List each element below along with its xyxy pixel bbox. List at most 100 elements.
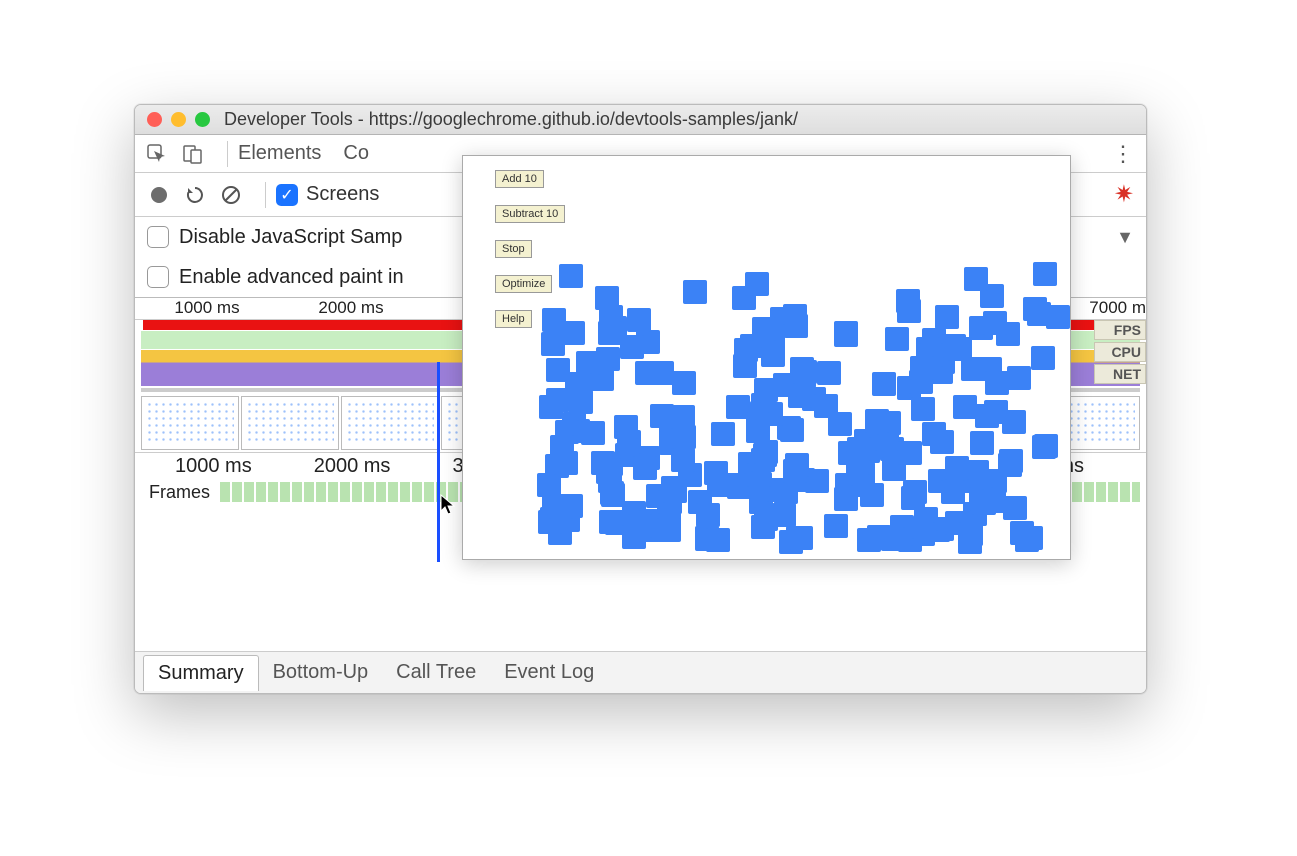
preview-sprite bbox=[598, 321, 622, 345]
tab-summary[interactable]: Summary bbox=[143, 655, 259, 691]
timeline-playhead[interactable] bbox=[437, 362, 440, 562]
preview-sprite bbox=[595, 286, 619, 310]
preview-sprite bbox=[789, 526, 813, 550]
preview-sprite bbox=[881, 527, 905, 551]
preview-sprite bbox=[783, 459, 807, 483]
window-controls bbox=[147, 112, 210, 127]
preview-button: Optimize bbox=[495, 275, 552, 293]
preview-sprite bbox=[746, 412, 770, 436]
window-title: Developer Tools - https://googlechrome.g… bbox=[224, 109, 798, 130]
tab-bottom-up[interactable]: Bottom-Up bbox=[259, 655, 383, 690]
screenshots-checkbox[interactable]: ✓ bbox=[276, 184, 298, 206]
screenshot-thumb[interactable] bbox=[141, 396, 239, 450]
inspect-icon[interactable] bbox=[145, 142, 169, 166]
track-labels: FPS CPU NET bbox=[1094, 320, 1146, 386]
details-tabs: Summary Bottom-Up Call Tree Event Log bbox=[135, 651, 1146, 693]
collapse-icon[interactable]: ▼ bbox=[1116, 227, 1134, 248]
preview-content: Add 10 Subtract 10 Stop Optimize Help bbox=[477, 170, 1056, 545]
tab-console[interactable]: Co bbox=[343, 142, 369, 165]
tab-event-log[interactable]: Event Log bbox=[490, 655, 608, 690]
preview-sprite bbox=[945, 456, 969, 480]
preview-sprite bbox=[546, 388, 570, 412]
minimize-icon[interactable] bbox=[171, 112, 186, 127]
fps-label: FPS bbox=[1094, 320, 1146, 340]
preview-sprite bbox=[671, 448, 695, 472]
preview-sprite bbox=[897, 299, 921, 323]
preview-sprite bbox=[898, 441, 922, 465]
preview-sprite bbox=[1003, 496, 1027, 520]
preview-sprite bbox=[627, 308, 651, 332]
preview-sprite bbox=[941, 480, 965, 504]
net-label: NET bbox=[1094, 364, 1146, 384]
preview-sprite bbox=[910, 356, 934, 380]
preview-sprite bbox=[958, 530, 982, 554]
preview-sprite bbox=[774, 480, 798, 504]
preview-sprite bbox=[598, 469, 622, 493]
screenshot-thumb[interactable] bbox=[341, 396, 439, 450]
close-icon[interactable] bbox=[147, 112, 162, 127]
more-icon[interactable]: ⋮ bbox=[1112, 141, 1136, 167]
ruler-tick: 2000 ms bbox=[314, 455, 453, 478]
preview-sprite bbox=[537, 473, 561, 497]
preview-sprite bbox=[614, 415, 638, 439]
disable-js-samples-label: Disable JavaScript Samp bbox=[179, 226, 402, 249]
preview-sprite bbox=[817, 361, 841, 385]
preview-sprite bbox=[953, 395, 977, 419]
preview-sprite bbox=[546, 358, 570, 382]
preview-button: Subtract 10 bbox=[495, 205, 565, 223]
preview-sprite bbox=[948, 337, 972, 361]
preview-sprite bbox=[872, 372, 896, 396]
tab-call-tree[interactable]: Call Tree bbox=[382, 655, 490, 690]
titlebar: Developer Tools - https://googlechrome.g… bbox=[135, 105, 1146, 135]
screenshot-preview-popup: Add 10 Subtract 10 Stop Optimize Help bbox=[462, 155, 1071, 560]
disable-js-samples-checkbox[interactable] bbox=[147, 226, 169, 248]
tab-elements[interactable]: Elements bbox=[238, 142, 321, 165]
settings-icon[interactable]: ✷ bbox=[1114, 180, 1134, 209]
preview-sprite bbox=[982, 489, 1006, 513]
separator bbox=[265, 182, 266, 208]
preview-sprite bbox=[628, 514, 652, 538]
frames-label: Frames bbox=[149, 482, 210, 503]
preview-sprite bbox=[847, 437, 871, 461]
preview-sprite bbox=[1031, 346, 1055, 370]
paint-instr-label: Enable advanced paint in bbox=[179, 266, 404, 289]
separator bbox=[227, 141, 228, 167]
preview-sprite bbox=[549, 495, 573, 519]
preview-sprite bbox=[930, 430, 954, 454]
preview-sprite bbox=[911, 522, 935, 546]
cpu-label: CPU bbox=[1094, 342, 1146, 362]
preview-sprite bbox=[581, 421, 605, 445]
ruler-tick: 2000 ms bbox=[279, 298, 423, 319]
reload-icon[interactable] bbox=[183, 183, 207, 207]
record-icon[interactable] bbox=[147, 183, 171, 207]
preview-button: Help bbox=[495, 310, 532, 328]
ruler-tick: 1000 ms bbox=[135, 298, 279, 319]
screenshot-thumb[interactable] bbox=[241, 396, 339, 450]
device-toggle-icon[interactable] bbox=[181, 142, 205, 166]
preview-sprite bbox=[1007, 366, 1031, 390]
preview-sprite bbox=[970, 431, 994, 455]
preview-button: Stop bbox=[495, 240, 532, 258]
preview-sprite bbox=[999, 449, 1023, 473]
preview-sprite bbox=[754, 440, 778, 464]
preview-sprite bbox=[935, 305, 959, 329]
preview-sprite bbox=[733, 354, 757, 378]
paint-instr-checkbox[interactable] bbox=[147, 266, 169, 288]
preview-button: Add 10 bbox=[495, 170, 544, 188]
preview-sprite bbox=[1033, 262, 1057, 286]
preview-sprite bbox=[568, 373, 592, 397]
preview-sprite bbox=[671, 405, 695, 429]
clear-icon[interactable] bbox=[219, 183, 243, 207]
screenshots-label: Screens bbox=[306, 183, 379, 206]
preview-sprite bbox=[706, 528, 730, 552]
preview-sprite bbox=[576, 351, 600, 375]
preview-sprite bbox=[635, 361, 659, 385]
preview-sprite bbox=[1002, 410, 1026, 434]
zoom-icon[interactable] bbox=[195, 112, 210, 127]
preview-sprite bbox=[983, 311, 1007, 335]
preview-sprite bbox=[885, 327, 909, 351]
preview-sprite bbox=[793, 360, 817, 384]
preview-sprite bbox=[722, 473, 746, 497]
preview-sprite bbox=[865, 409, 889, 433]
preview-sprite bbox=[683, 280, 707, 304]
